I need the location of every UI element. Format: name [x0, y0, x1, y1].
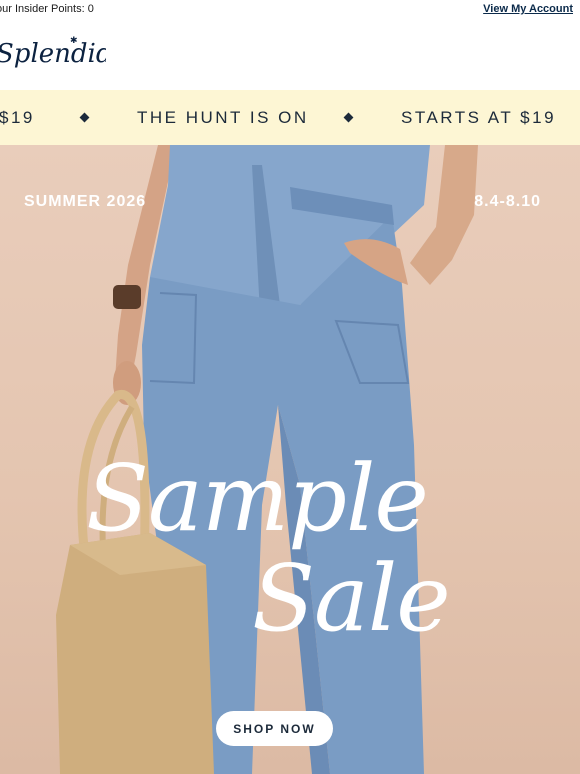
splendid-logo[interactable]: Splendid ✱: [0, 34, 113, 75]
diamond-separator-icon: [343, 112, 354, 123]
logo-row: Splendid ✱: [0, 20, 580, 90]
splendid-logo-mark: Splendid ✱: [0, 36, 113, 69]
svg-text:✱: ✱: [70, 36, 78, 46]
view-my-account-link[interactable]: View My Account: [483, 3, 573, 15]
hero-banner[interactable]: SUMMER 2026 8.4-8.10 Sample Sale SHOP NO…: [0, 145, 580, 774]
ticker-item-starts: STARTS AT $19: [401, 108, 557, 127]
headline-sale: Sale: [252, 545, 451, 652]
promo-ticker[interactable]: $19 THE HUNT IS ON STARTS AT $19: [0, 90, 580, 145]
ticker-item-hunt: THE HUNT IS ON: [137, 108, 309, 127]
date-range-label: 8.4-8.10: [474, 193, 541, 210]
season-label: SUMMER 2026: [24, 193, 147, 210]
svg-text:Splendid: Splendid: [0, 39, 106, 69]
shop-now-button[interactable]: SHOP NOW: [216, 711, 333, 746]
ticker-item-price: $19: [0, 108, 35, 127]
diamond-separator-icon: [79, 112, 90, 123]
headline-sample: Sample: [86, 445, 429, 552]
top-bar: our Insider Points: 0 View My Account: [0, 0, 580, 20]
insider-points-text: our Insider Points: 0: [0, 3, 94, 15]
